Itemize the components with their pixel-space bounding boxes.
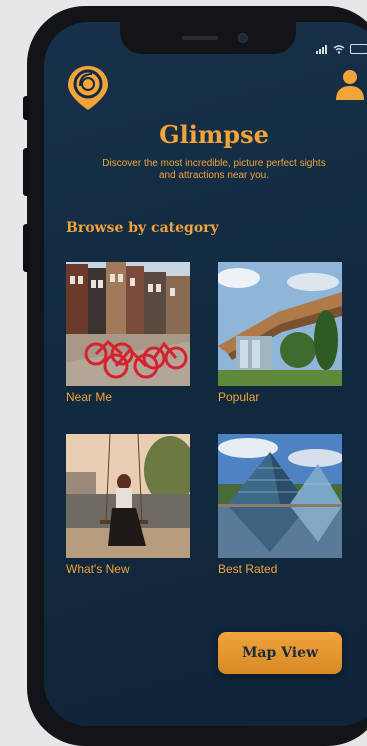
signal-icon xyxy=(316,44,327,54)
notch xyxy=(120,22,296,54)
app-title: Glimpse xyxy=(159,120,269,149)
status-bar xyxy=(316,44,367,54)
category-card-best-rated[interactable]: Best Rated xyxy=(218,434,342,576)
category-label: What's New xyxy=(66,562,130,576)
phone-side-button xyxy=(23,224,29,272)
category-label: Best Rated xyxy=(218,562,278,576)
speaker xyxy=(182,36,218,40)
category-card-popular[interactable]: Popular xyxy=(218,262,342,404)
section-title: Browse by category xyxy=(66,220,219,236)
logo-pin-icon[interactable] xyxy=(66,64,110,112)
phone-side-button xyxy=(23,148,29,196)
battery-icon xyxy=(350,44,367,54)
modern-building-photo xyxy=(218,262,342,386)
camera xyxy=(238,33,248,43)
phone-mute-switch xyxy=(23,96,29,120)
category-card-whats-new[interactable]: What's New xyxy=(66,434,190,576)
app-screen: Glimpse Discover the most incredible, pi… xyxy=(44,22,367,726)
category-card-near-me[interactable]: Near Me xyxy=(66,262,190,404)
bicycle-street-photo xyxy=(66,262,190,386)
app-tagline: Discover the most incredible, picture pe… xyxy=(102,158,326,181)
wifi-icon xyxy=(333,44,345,54)
glass-pyramid-photo xyxy=(218,434,342,558)
user-icon[interactable] xyxy=(334,68,366,100)
category-label: Near Me xyxy=(66,390,113,404)
swing-beach-photo xyxy=(66,434,190,558)
category-label: Popular xyxy=(218,390,260,404)
map-view-button[interactable]: Map View xyxy=(218,632,342,674)
